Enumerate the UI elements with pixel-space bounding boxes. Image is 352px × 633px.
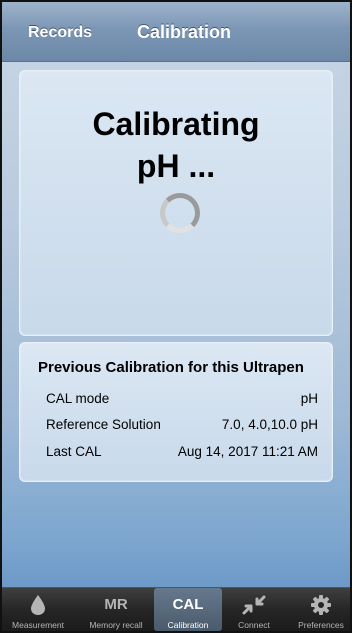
cal-mode-value: pH bbox=[300, 391, 318, 406]
last-cal-value: Aug 14, 2017 11:21 AM bbox=[177, 444, 318, 459]
page-title: Calibration bbox=[137, 22, 232, 42]
last-cal-row: Last CAL Aug 14, 2017 11:21 AM bbox=[46, 444, 318, 464]
mr-text-icon: MR bbox=[104, 596, 128, 613]
tab-bar: Measurement MR Memory recall CAL Calibra… bbox=[2, 587, 350, 631]
navigation-bar: Records Calibration bbox=[2, 2, 350, 62]
tab-calibration[interactable]: CAL Calibration bbox=[154, 588, 222, 631]
droplet-icon bbox=[4, 594, 72, 616]
reference-solution-label: Reference Solution bbox=[46, 417, 161, 432]
tab-measurement[interactable]: Measurement bbox=[4, 588, 72, 631]
tab-preferences[interactable]: Preferences bbox=[287, 588, 350, 631]
cal-text-icon: CAL bbox=[172, 596, 204, 613]
previous-calibration-panel: Previous Calibration for this Ultrapen C… bbox=[19, 342, 333, 482]
tab-preferences-label: Preferences bbox=[298, 620, 344, 630]
gear-icon bbox=[287, 594, 350, 616]
cal-mode-label: CAL mode bbox=[46, 391, 110, 406]
tab-memory-recall-label: Memory recall bbox=[89, 620, 143, 630]
status-text-line-1: Calibrating bbox=[92, 106, 260, 142]
connect-arrows-icon bbox=[220, 594, 288, 616]
tab-connect-label: Connect bbox=[238, 620, 270, 630]
reference-solution-value: 7.0, 4.0,10.0 pH bbox=[221, 417, 318, 432]
last-cal-label: Last CAL bbox=[46, 444, 102, 459]
previous-calibration-title: Previous Calibration for this Ultrapen bbox=[38, 359, 304, 376]
tab-memory-recall[interactable]: MR Memory recall bbox=[82, 588, 150, 631]
records-back-button[interactable]: Records bbox=[28, 24, 92, 42]
app-screen: Records Calibration Calibrating pH ... P… bbox=[0, 0, 352, 633]
tab-connect[interactable]: Connect bbox=[220, 588, 288, 631]
tab-calibration-label: Calibration bbox=[167, 620, 209, 630]
tab-measurement-label: Measurement bbox=[12, 620, 64, 630]
calibration-status-panel: Calibrating pH ... bbox=[19, 70, 333, 336]
cal-mode-row: CAL mode pH bbox=[46, 391, 318, 411]
reference-solution-row: Reference Solution 7.0, 4.0,10.0 pH bbox=[46, 417, 318, 437]
loading-spinner-icon bbox=[160, 193, 200, 233]
status-text-line-2: pH ... bbox=[136, 148, 216, 184]
